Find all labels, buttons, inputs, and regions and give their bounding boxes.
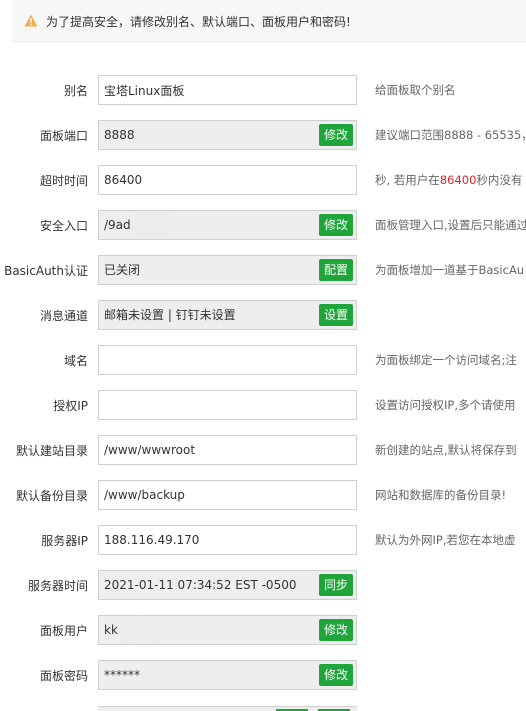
- entry-hint: 面板管理入口,设置后只能通过: [375, 218, 526, 232]
- row-alias: 别名 给面板取个别名: [0, 75, 526, 107]
- timeout-hint-b: 秒内没有: [476, 173, 523, 187]
- domain-label: 域名: [63, 354, 88, 368]
- redaction-blur: [117, 620, 161, 640]
- warning-banner: 为了提高安全，请修改别名、默认端口、面板用户和密码!: [12, 0, 526, 42]
- basicauth-label: BasicAuth认证: [4, 264, 88, 278]
- ip-hint: 设置访问授权IP,多个请使用: [375, 398, 516, 412]
- alias-label: 别名: [63, 84, 88, 98]
- port-value: 8888: [104, 128, 135, 142]
- site-dir-hint: 新创建的站点,默认将保存到: [375, 443, 517, 457]
- row-ip: 授权IP 设置访问授权IP,多个请使用: [0, 390, 526, 422]
- server-ip-input[interactable]: [99, 526, 356, 554]
- row-basicauth: BasicAuth认证 已关闭 配置 为面板增加一道基于BasicAu: [0, 255, 526, 287]
- site-dir-input[interactable]: [99, 436, 356, 464]
- warning-text: 为了提高安全，请修改别名、默认端口、面板用户和密码!: [46, 15, 351, 29]
- message-label: 消息通道: [39, 309, 88, 323]
- row-message: 消息通道 邮箱未设置 | 钉钉未设置 设置: [0, 300, 526, 332]
- server-time-field: 2021-01-11 07:34:52 EST -0500 同步: [98, 570, 357, 600]
- alias-input[interactable]: [99, 76, 356, 104]
- password-edit-button[interactable]: 修改: [318, 664, 353, 686]
- row-server-time: 服务器时间 2021-01-11 07:34:52 EST -0500 同步: [0, 570, 526, 602]
- row-entry: 安全入口 /9ad 修改 面板管理入口,设置后只能通过: [0, 210, 526, 242]
- backup-dir-label: 默认备份目录: [15, 489, 88, 503]
- server-time-value: 2021-01-11 07:34:52 EST -0500: [104, 578, 297, 592]
- domain-input[interactable]: [99, 346, 356, 374]
- next-row-partial: [98, 706, 357, 711]
- warning-triangle-icon: [24, 14, 38, 27]
- entry-field: /9ad 修改: [98, 210, 357, 240]
- port-label: 面板端口: [39, 129, 88, 143]
- message-value: 邮箱未设置 | 钉钉未设置: [104, 308, 236, 322]
- user-label: 面板用户: [39, 624, 88, 638]
- message-setup-button[interactable]: 设置: [318, 304, 353, 326]
- timeout-hint: 秒, 若用户在86400秒内没有: [375, 165, 522, 195]
- server-ip-hint: 默认为外网IP,若您在本地虚: [375, 533, 516, 547]
- alias-field[interactable]: [98, 75, 357, 105]
- timeout-input[interactable]: [99, 166, 356, 194]
- domain-hint: 为面板绑定一个访问域名;注: [375, 353, 517, 367]
- basicauth-hint: 为面板增加一道基于BasicAu: [375, 263, 525, 277]
- entry-edit-button[interactable]: 修改: [318, 214, 353, 236]
- user-edit-button[interactable]: 修改: [318, 619, 353, 641]
- backup-dir-field[interactable]: [98, 480, 357, 510]
- row-domain: 域名 为面板绑定一个访问域名;注: [0, 345, 526, 377]
- row-user: 面板用户 kk 修改: [0, 615, 526, 647]
- port-edit-button[interactable]: 修改: [318, 124, 353, 146]
- row-server-ip: 服务器IP 默认为外网IP,若您在本地虚: [0, 525, 526, 557]
- alias-hint: 给面板取个别名: [375, 83, 456, 97]
- timeout-label: 超时时间: [39, 174, 88, 188]
- timeout-hint-value: 86400: [439, 173, 477, 187]
- server-ip-field[interactable]: [98, 525, 357, 555]
- row-password: 面板密码 ****** 修改: [0, 660, 526, 692]
- user-value: kk: [104, 623, 118, 637]
- server-time-label: 服务器时间: [27, 579, 88, 593]
- basicauth-field: 已关闭 配置: [98, 255, 357, 285]
- timeout-hint-a: 秒, 若用户在: [375, 173, 440, 187]
- site-dir-label: 默认建站目录: [15, 444, 88, 458]
- port-hint: 建议端口范围8888 - 65535，: [375, 128, 526, 142]
- ip-label: 授权IP: [53, 399, 88, 413]
- user-field: kk 修改: [98, 615, 357, 645]
- site-dir-field[interactable]: [98, 435, 357, 465]
- ip-field[interactable]: [98, 390, 357, 420]
- basicauth-value: 已关闭: [104, 263, 141, 277]
- message-field: 邮箱未设置 | 钉钉未设置 设置: [98, 300, 357, 330]
- backup-dir-hint: 网站和数据库的备份目录!: [375, 488, 507, 502]
- backup-dir-input[interactable]: [99, 481, 356, 509]
- row-backup-dir: 默认备份目录 网站和数据库的备份目录!: [0, 480, 526, 512]
- server-time-sync-button[interactable]: 同步: [318, 574, 353, 596]
- entry-label: 安全入口: [39, 219, 88, 233]
- server-ip-label: 服务器IP: [41, 534, 88, 548]
- password-value: ******: [104, 668, 140, 682]
- row-timeout: 超时时间 秒, 若用户在86400秒内没有: [0, 165, 526, 197]
- password-field: ****** 修改: [98, 660, 357, 690]
- password-label: 面板密码: [39, 669, 88, 683]
- entry-value: /9ad: [104, 218, 131, 232]
- port-field: 8888 修改: [98, 120, 357, 150]
- ip-input[interactable]: [99, 391, 356, 419]
- row-site-dir: 默认建站目录 新创建的站点,默认将保存到: [0, 435, 526, 467]
- domain-field[interactable]: [98, 345, 357, 375]
- row-port: 面板端口 8888 修改 建议端口范围8888 - 65535，: [0, 120, 526, 152]
- redaction-blur: [131, 215, 175, 235]
- basicauth-config-button[interactable]: 配置: [318, 259, 353, 281]
- timeout-field[interactable]: [98, 165, 357, 195]
